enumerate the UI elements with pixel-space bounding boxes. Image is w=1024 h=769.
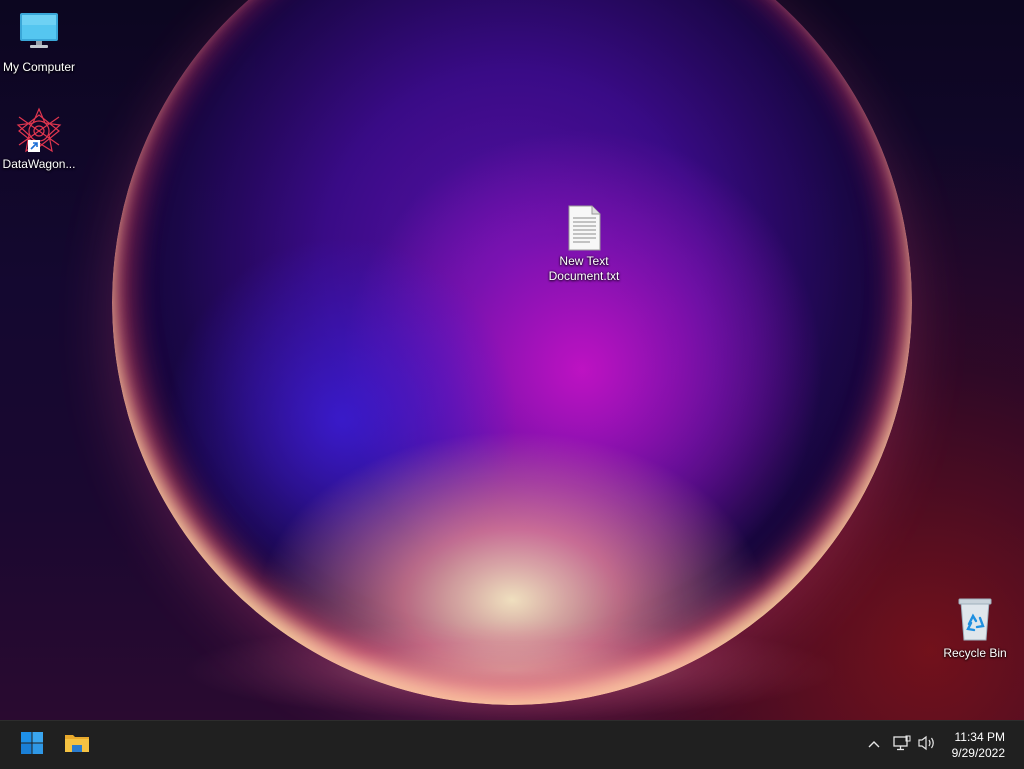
chevron-up-icon [867, 736, 881, 754]
taskbar-file-explorer-button[interactable] [57, 725, 97, 765]
wallpaper-orb [112, 0, 912, 705]
clock-time: 11:34 PM [954, 730, 1005, 744]
taskbar-clock[interactable]: 11:34 PM 9/29/2022 [952, 729, 1005, 761]
desktop-icon-label-line2: Document.txt [548, 269, 620, 283]
clock-date: 9/29/2022 [951, 746, 1005, 760]
wallpaper-glow [180, 620, 840, 720]
network-icon [893, 735, 911, 756]
show-hidden-icons-button[interactable] [862, 733, 886, 757]
speaker-icon [917, 735, 937, 756]
datawagon-shortcut-icon [15, 107, 63, 155]
volume-button[interactable] [915, 733, 939, 757]
desktop-icon-label: My Computer [2, 60, 76, 74]
desktop-icon-label: DataWagon... [2, 157, 76, 171]
taskbar: 11:34 PM 9/29/2022 [0, 720, 1024, 769]
folder-icon [64, 731, 90, 760]
desktop-icon-datawagon[interactable]: DataWagon... [1, 107, 77, 172]
windows-start-icon [20, 731, 44, 760]
desktop-icon-recycle-bin[interactable]: Recycle Bin [937, 596, 1013, 661]
start-button[interactable] [12, 725, 52, 765]
network-button[interactable] [890, 733, 914, 757]
monitor-icon [15, 10, 63, 58]
desktop-icon-my-computer[interactable]: My Computer [1, 10, 77, 75]
desktop-icon-label: Recycle Bin [943, 646, 1007, 660]
desktop-icon-label-line1: New Text [559, 254, 609, 268]
recycle-bin-icon [951, 596, 999, 644]
desktop-icon-new-text-document[interactable]: New Text Document.txt [546, 204, 622, 284]
desktop-background: My Computer DataWagon... New Text Docume… [0, 0, 1024, 720]
text-document-icon [560, 204, 608, 252]
